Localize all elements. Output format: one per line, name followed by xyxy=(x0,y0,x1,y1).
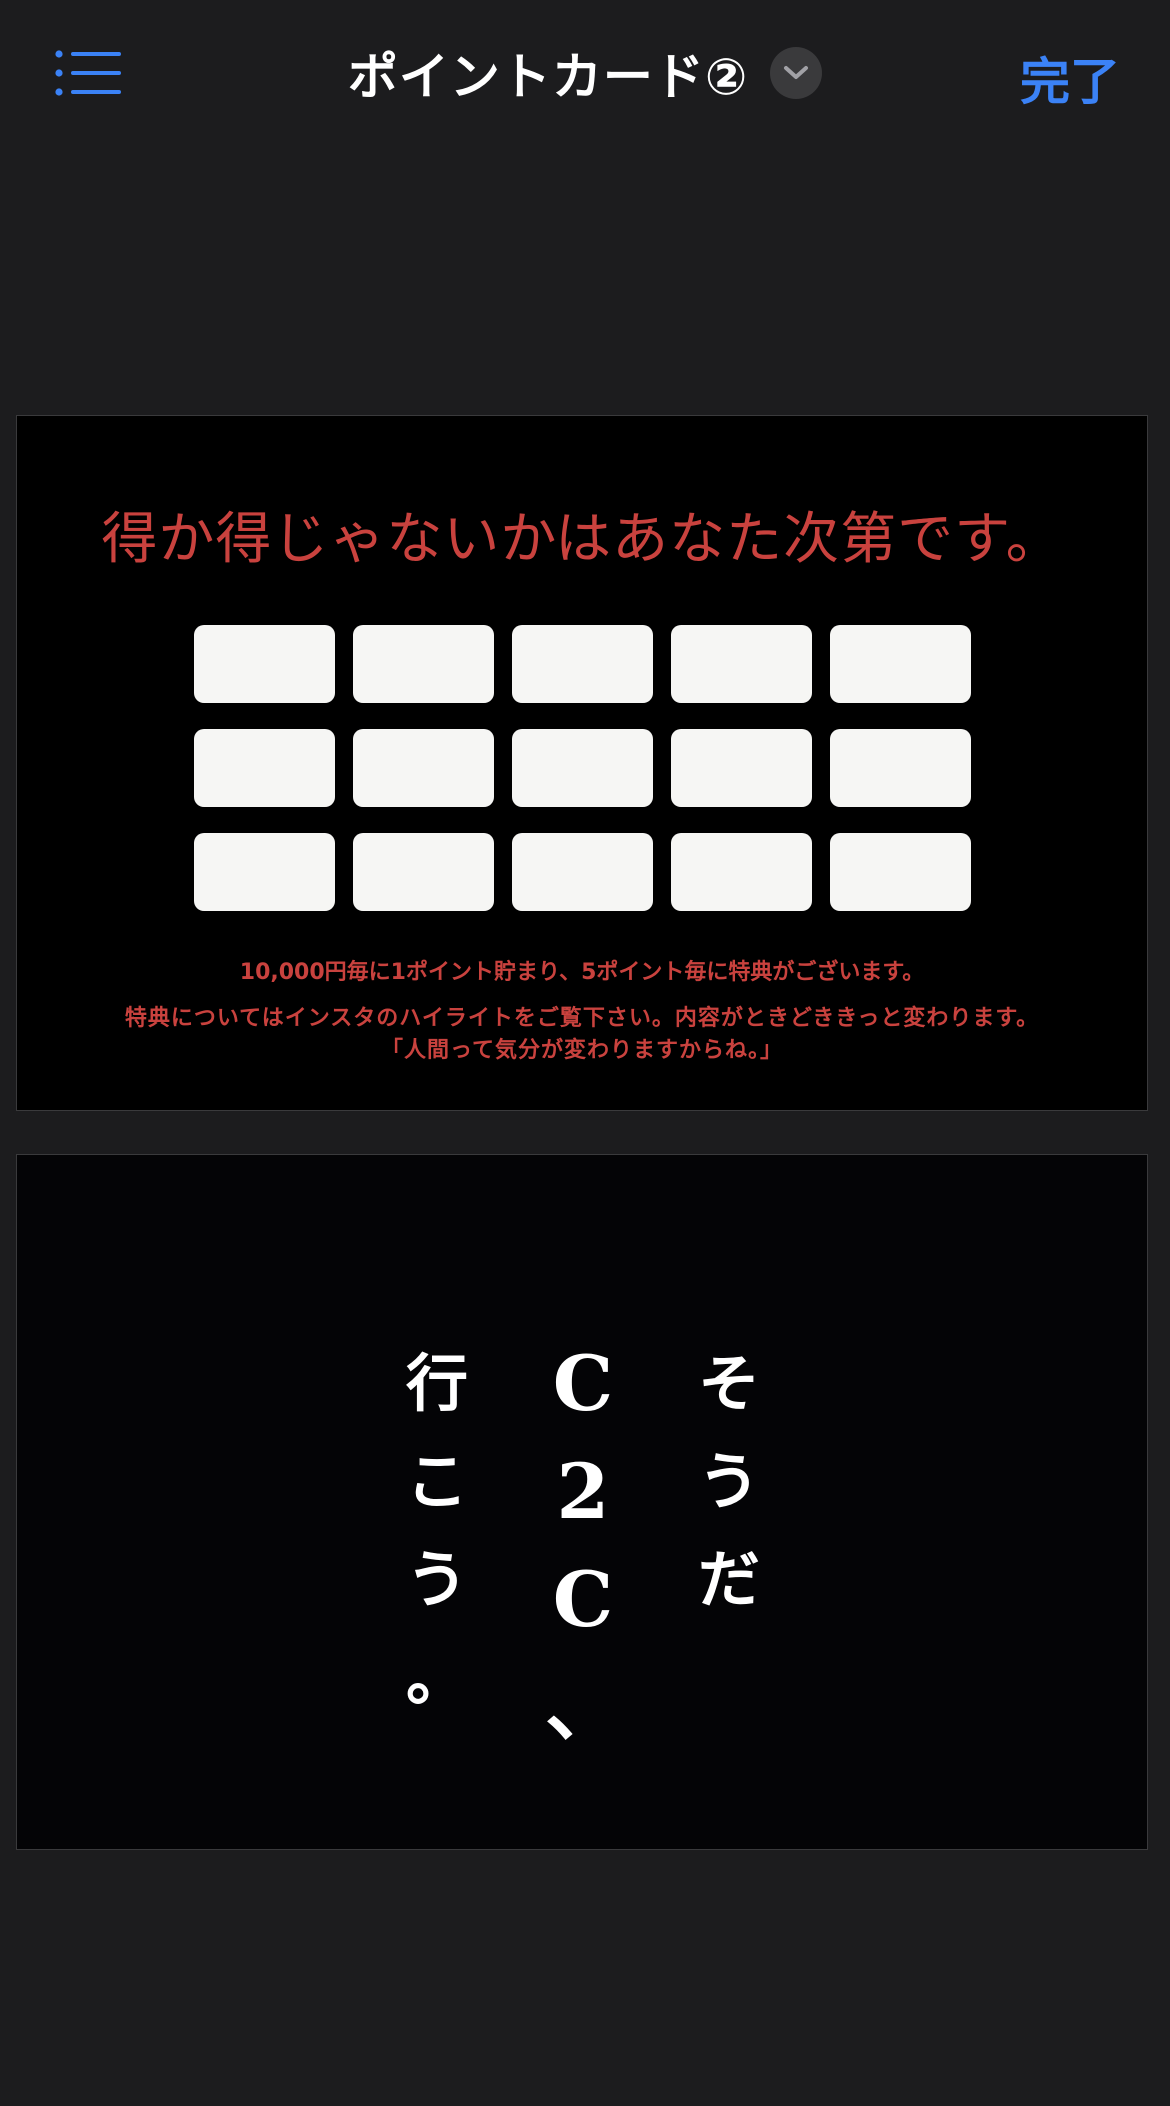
stamp-box xyxy=(194,729,335,807)
stamp-box xyxy=(353,729,494,807)
stamp-box xyxy=(194,833,335,911)
stamp-grid xyxy=(194,625,974,911)
vertical-text-char: う xyxy=(697,1445,760,1518)
stamp-box xyxy=(830,833,971,911)
done-button[interactable]: 完了 xyxy=(1020,42,1120,114)
slide-thumbnail-2[interactable]: そうだ C 2 C、 行こう。 xyxy=(16,1154,1148,1850)
vertical-text-char: C xyxy=(552,1339,614,1428)
stamp-box xyxy=(353,833,494,911)
stamp-box xyxy=(353,625,494,703)
slide-thumbnail-1[interactable]: 得か得じゃないかはあなた次第です。 10,000円毎に1ポイント貯まり、5ポイン… xyxy=(16,415,1148,1111)
navigation-bar: ポイントカード② 完了 xyxy=(0,0,1170,145)
vertical-text-column-right: そうだ xyxy=(689,1335,769,1629)
document-title-area: ポイントカード② xyxy=(0,38,1170,108)
stamp-box xyxy=(671,625,812,703)
vertical-text-char: 、 xyxy=(545,1663,621,1752)
stamp-box xyxy=(512,833,653,911)
vertical-text-column-left: 行こう。 xyxy=(397,1335,477,1727)
vertical-text-char: C xyxy=(552,1555,614,1644)
document-title[interactable]: ポイントカード② xyxy=(348,37,748,109)
stamp-box xyxy=(512,625,653,703)
benefit-info-text: 特典についてはインスタのハイライトをご覧下さい。内容がときどききっと変わります。 xyxy=(124,1006,1040,1031)
vertical-text-char: だ xyxy=(697,1543,760,1616)
slide-heading: 得か得じゃないかはあなた次第です。 xyxy=(101,507,1063,572)
vertical-text-char: う xyxy=(405,1543,468,1616)
vertical-text-char: 。 xyxy=(405,1641,468,1714)
vertical-text-char: 2 xyxy=(556,1447,610,1536)
vertical-text-column-middle: C 2 C 、 xyxy=(543,1330,623,1762)
stamp-box xyxy=(830,729,971,807)
stamp-box xyxy=(194,625,335,703)
vertical-text-char: こ xyxy=(405,1445,468,1518)
stamp-box xyxy=(671,729,812,807)
stamp-box xyxy=(830,625,971,703)
stamp-box xyxy=(512,729,653,807)
vertical-text-char: そ xyxy=(697,1347,760,1420)
quote-text: 「人間って気分が変わりますからね。」 xyxy=(381,1038,783,1063)
points-rule-text: 10,000円毎に1ポイント貯まり、5ポイント毎に特典がございます。 xyxy=(239,960,925,985)
vertical-text-char: 行 xyxy=(405,1347,468,1420)
stamp-box xyxy=(671,833,812,911)
chevron-down-icon[interactable] xyxy=(770,47,823,99)
